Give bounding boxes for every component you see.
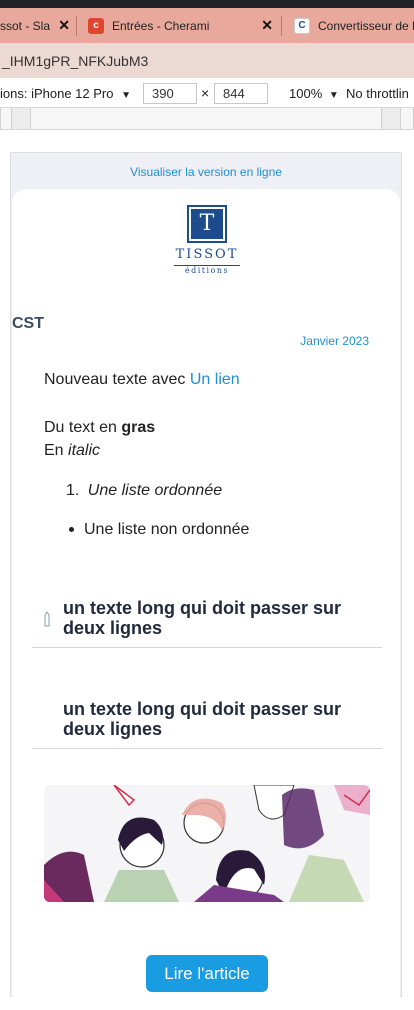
zoom-select[interactable]: 100% ▼ <box>289 86 339 101</box>
zoom-label: 100% <box>289 86 323 101</box>
email-frame: Visualiser la version en ligne T TISSOT … <box>10 152 402 997</box>
close-icon[interactable]: ✕ <box>261 17 273 34</box>
devtools-device-toolbar: ions: iPhone 12 Pro ▼ 390 × 844 100% ▼ N… <box>0 78 414 108</box>
ruler-segment[interactable] <box>30 108 382 129</box>
logo-mark: T <box>187 205 227 243</box>
bold-word: gras <box>121 419 156 436</box>
throttle-select[interactable]: No throttlin <box>346 86 409 101</box>
illustration-image <box>44 785 370 902</box>
logo-letter: T <box>191 209 223 239</box>
address-bar[interactable]: _IHM1gPR_NFKJubM3 <box>0 43 414 78</box>
device-label: ions: iPhone 12 Pro <box>0 86 114 101</box>
cherami-favicon-icon: c <box>88 17 104 34</box>
divider <box>32 748 382 749</box>
italic-line: En italic <box>44 442 100 460</box>
italic-word: italic <box>68 442 101 459</box>
unordered-list-item: Une liste non ordonnée <box>84 521 250 538</box>
tab-label: Convertisseur de P <box>318 18 414 33</box>
ordered-item-text: Une liste ordonnée <box>87 482 223 499</box>
chevron-down-icon: ▼ <box>328 90 339 101</box>
logo-name: TISSOT <box>175 247 239 262</box>
view-online-link[interactable]: Visualiser la version en ligne <box>11 165 401 179</box>
section-heading-1: un texte long qui doit passer sur deux l… <box>63 598 342 638</box>
bullet-icon <box>69 527 74 532</box>
section-heading-2: un texte long qui doit passer sur deux l… <box>63 699 342 739</box>
tab-cherami[interactable]: c Entrées - Cherami ✕ <box>77 8 281 43</box>
ruler-segment[interactable] <box>400 108 414 129</box>
bold-prefix: Du text en <box>44 419 122 436</box>
ordered-list-item: 1. Une liste ordonnée <box>66 482 222 500</box>
paragraph-text: Nouveau texte avec <box>44 371 190 388</box>
read-article-button[interactable]: Lire l'article <box>146 955 268 992</box>
tab-label: Entrées - Cherami <box>112 18 210 33</box>
chevron-down-icon: ▼ <box>121 90 131 101</box>
media-query-ruler <box>0 108 414 130</box>
tab-label: ssot - Sla <box>0 18 51 33</box>
list-number: 1. <box>66 482 80 499</box>
inline-link[interactable]: Un lien <box>190 371 240 388</box>
tab-tissot-slack[interactable]: ssot - Sla ✕ <box>0 8 76 43</box>
url-text: _IHM1gPR_NFKJubM3 <box>2 52 149 69</box>
pencil-icon <box>44 611 50 627</box>
bold-line: Du text en gras <box>44 419 155 437</box>
divider <box>32 647 382 648</box>
logo-subtitle: éditions <box>184 266 230 275</box>
close-icon[interactable]: ✕ <box>58 17 70 34</box>
height-input[interactable]: 844 <box>214 83 268 104</box>
window-top-strip <box>0 0 414 8</box>
throttle-label: No throttlin <box>346 86 409 101</box>
device-select[interactable]: ions: iPhone 12 Pro ▼ <box>0 86 131 101</box>
email-card: T TISSOT éditions CST Janvier 2023 Nouve… <box>12 189 400 997</box>
ruler-segment[interactable] <box>0 108 12 129</box>
width-input[interactable]: 390 <box>143 83 197 104</box>
tab-bar: ssot - Sla ✕ c Entrées - Cherami ✕ C Con… <box>0 8 414 43</box>
times-sign: × <box>201 85 210 101</box>
issue-date: Janvier 2023 <box>300 334 369 348</box>
paragraph-with-link: Nouveau texte avec Un lien <box>44 371 240 389</box>
convertisseur-favicon-icon: C <box>294 17 310 34</box>
tab-convertisseur[interactable]: C Convertisseur de P <box>282 8 414 43</box>
section-label: CST <box>12 315 44 332</box>
italic-prefix: En <box>44 442 69 459</box>
